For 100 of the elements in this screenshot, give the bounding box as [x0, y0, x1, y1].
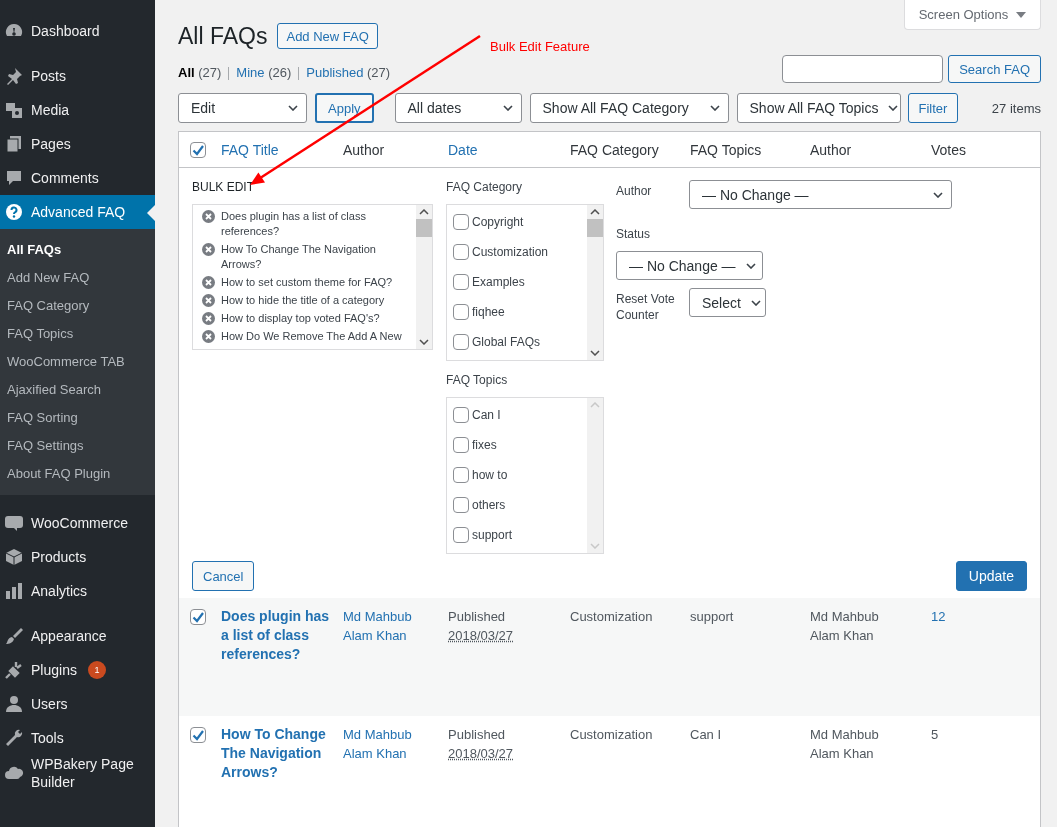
scrollbar[interactable]: [416, 205, 432, 349]
selected-post-title: How Do We Remove The Add A New: [221, 329, 402, 344]
scrollbar-thumb[interactable]: [587, 219, 603, 237]
checkbox-label: Examples: [472, 275, 525, 289]
field-label: FAQ Category: [446, 180, 524, 196]
checkbox[interactable]: [453, 244, 469, 260]
remove-icon: [202, 330, 215, 343]
user-icon: [4, 694, 24, 714]
checkbox[interactable]: [453, 334, 469, 350]
submenu-item[interactable]: FAQ Category: [0, 292, 155, 320]
checkbox[interactable]: [190, 727, 206, 743]
update-count-badge: 1: [87, 661, 106, 679]
view-filter-link[interactable]: Published (27): [306, 63, 391, 83]
scrollbar[interactable]: [587, 398, 603, 553]
menu-item[interactable]: WPBakery Page Builder: [0, 755, 155, 791]
submenu-item[interactable]: About FAQ Plugin: [0, 460, 155, 488]
checkbox-label: Can I: [472, 408, 501, 422]
checkbox-label: how to: [472, 468, 508, 482]
column-header: Votes: [931, 141, 967, 158]
table-cell-text: Md Mahbub Alam Khan: [810, 726, 880, 763]
submenu-item[interactable]: Ajaxified Search: [0, 376, 155, 404]
status-select[interactable]: — No Change —: [616, 251, 763, 280]
scrollbar[interactable]: [587, 205, 603, 360]
votes-link[interactable]: 12: [931, 607, 1040, 626]
menu-item[interactable]: Posts: [0, 59, 155, 93]
wrench-icon: [4, 728, 24, 748]
screen-options-button[interactable]: Screen Options: [904, 0, 1041, 30]
checkbox[interactable]: [453, 437, 469, 453]
menu-item[interactable]: Analytics: [0, 574, 155, 608]
annotation-label: Bulk Edit Feature: [490, 39, 590, 54]
checkbox[interactable]: [453, 407, 469, 423]
chevron-down-icon: [288, 105, 298, 111]
checkbox[interactable]: [190, 609, 206, 625]
remove-icon: [202, 276, 215, 289]
menu-item[interactable]: Pages: [0, 127, 155, 161]
menu-item[interactable]: Advanced FAQ: [0, 195, 155, 229]
submenu-item[interactable]: All FAQs: [0, 236, 155, 264]
date-filter-select[interactable]: All dates: [394, 93, 522, 123]
column-header: Author: [810, 141, 852, 158]
column-header[interactable]: Date: [448, 141, 478, 158]
search-button[interactable]: Search FAQ: [948, 55, 1041, 83]
menu-item[interactable]: Plugins 1: [0, 653, 155, 687]
submenu-item[interactable]: FAQ Topics: [0, 320, 155, 348]
checkbox-label: fiqhee: [472, 305, 505, 319]
menu-item[interactable]: Dashboard: [0, 14, 155, 48]
checkbox[interactable]: [453, 274, 469, 290]
checkbox[interactable]: [453, 497, 469, 513]
table-cell-text: support: [690, 608, 735, 626]
cancel-button[interactable]: Cancel: [192, 561, 255, 591]
menu-item[interactable]: Appearance: [0, 619, 155, 653]
post-date: 2018/03/27: [448, 628, 514, 643]
submenu-item[interactable]: WooCommerce TAB: [0, 348, 155, 376]
topic-filter-select[interactable]: Show All FAQ Topics: [736, 93, 901, 123]
selected-post-title: Does plugin has a list of class references?: [221, 209, 367, 239]
search-field[interactable]: [782, 55, 944, 83]
bulk-action-select[interactable]: Edit: [178, 93, 307, 123]
chevron-down-icon: [590, 350, 600, 356]
chevron-down-icon: [709, 105, 720, 111]
submenu-item[interactable]: FAQ Sorting: [0, 404, 155, 432]
faq-title-link[interactable]: Does plugin has a list of class references?: [221, 607, 343, 664]
menu-item[interactable]: Products: [0, 540, 155, 574]
column-header[interactable]: FAQ Title: [221, 141, 279, 158]
remove-icon: [202, 294, 215, 307]
field-label: FAQ Topics: [446, 373, 509, 389]
submenu-item[interactable]: Add New FAQ: [0, 264, 155, 292]
reset-vote-select[interactable]: Select: [689, 288, 766, 317]
chevron-down-icon: [750, 299, 761, 306]
author-link[interactable]: Md Mahbub Alam Khan: [343, 607, 448, 645]
checkbox-label: support: [472, 528, 513, 542]
author-link[interactable]: Md Mahbub Alam Khan: [343, 725, 448, 763]
question-circle-icon: [4, 202, 24, 222]
menu-item[interactable]: Media: [0, 93, 155, 127]
menu-item[interactable]: Users: [0, 687, 155, 721]
checkbox[interactable]: [190, 141, 206, 158]
submenu-item[interactable]: FAQ Settings: [0, 432, 155, 460]
view-filter-link[interactable]: All (27): [178, 63, 222, 83]
post-date: 2018/03/27: [448, 746, 514, 761]
caret-down-icon: [1016, 11, 1027, 18]
view-filter-link[interactable]: Mine (26): [236, 63, 292, 83]
checkbox[interactable]: [453, 527, 469, 543]
add-new-button[interactable]: Add New FAQ: [277, 23, 378, 49]
menu-item[interactable]: Comments: [0, 161, 155, 195]
scrollbar-thumb[interactable]: [416, 219, 432, 237]
speech-bubble-icon: [4, 168, 24, 188]
checkbox[interactable]: [453, 467, 469, 483]
chevron-down-icon: [745, 262, 756, 269]
faq-title-link[interactable]: How To Change The Navigation Arrows?: [221, 725, 343, 782]
menu-item[interactable]: WooCommerce: [0, 506, 155, 540]
author-select[interactable]: — No Change —: [689, 180, 952, 209]
chevron-up-icon: [590, 402, 600, 408]
checkbox[interactable]: [453, 304, 469, 320]
chevron-down-icon: [933, 191, 943, 198]
category-filter-select[interactable]: Show All FAQ Category: [529, 93, 729, 123]
apply-button[interactable]: Apply: [315, 93, 374, 123]
filter-button[interactable]: Filter: [907, 93, 959, 123]
checkbox[interactable]: [453, 214, 469, 230]
menu-item[interactable]: Tools: [0, 721, 155, 755]
selected-post-title: How to display top voted FAQ's?: [221, 311, 380, 326]
update-button[interactable]: Update: [955, 561, 1027, 591]
chevron-down-icon: [888, 105, 899, 111]
